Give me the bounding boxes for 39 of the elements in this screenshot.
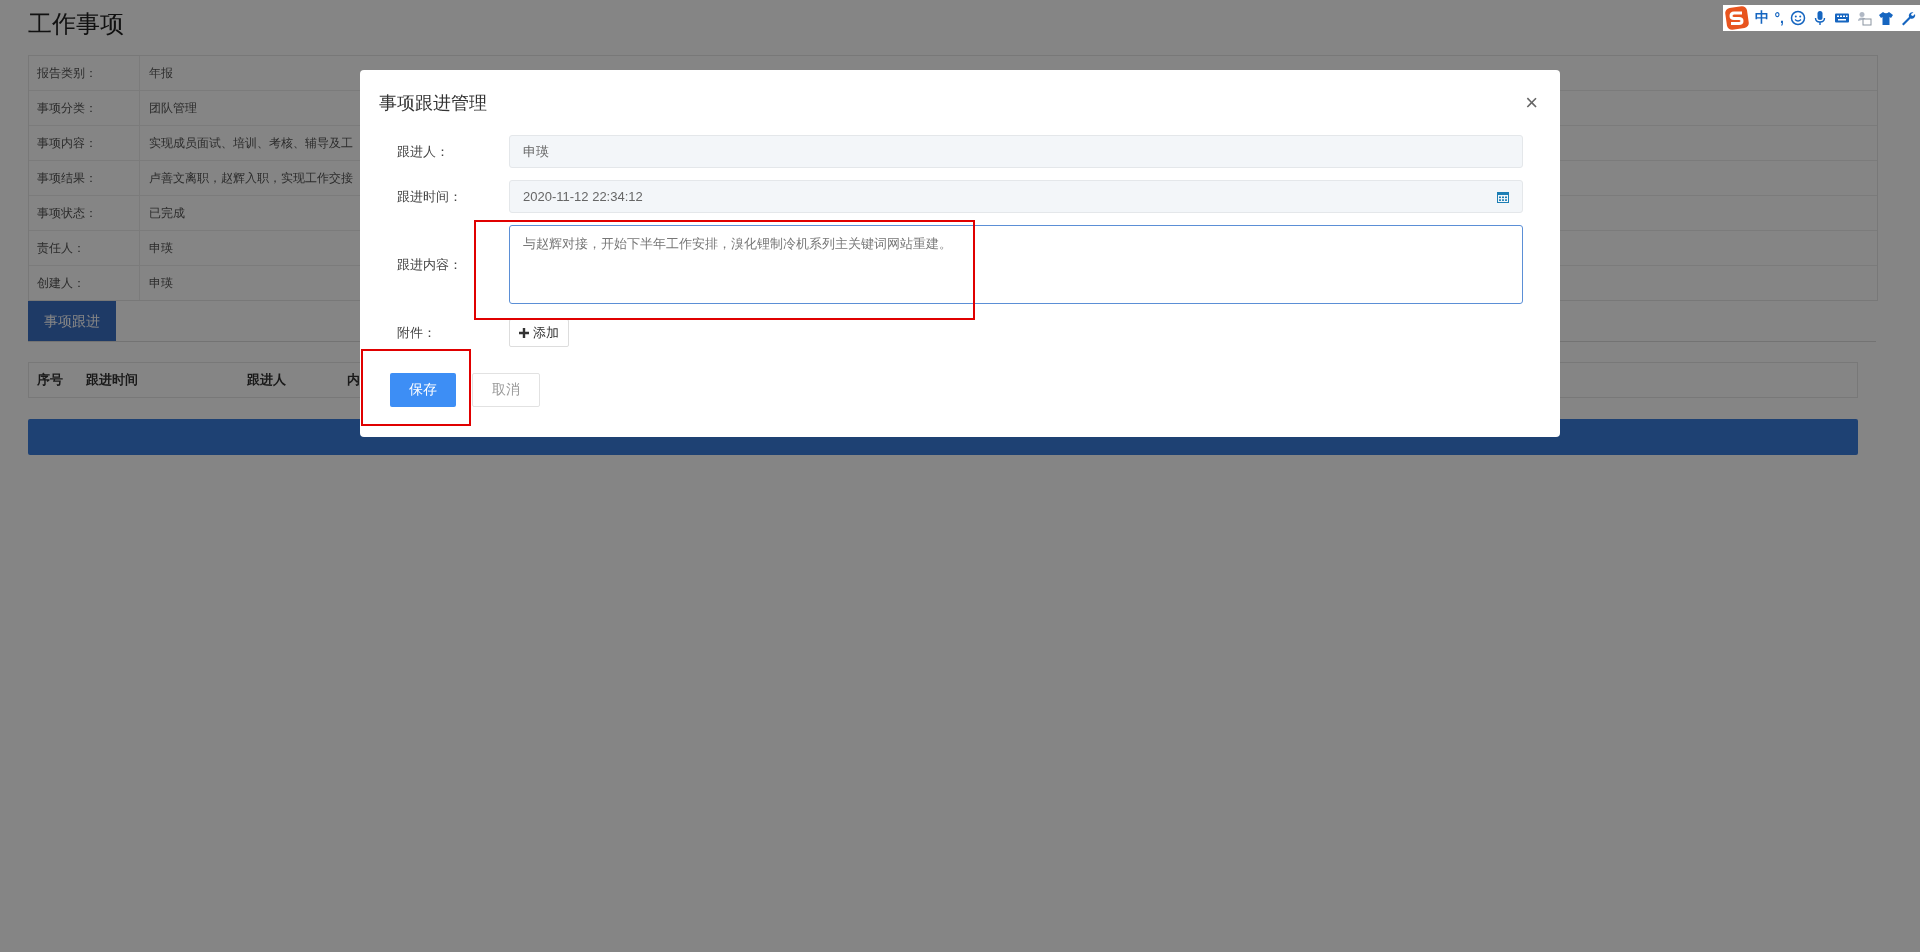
column-header: 跟进时间: [85, 371, 139, 389]
detail-label: 事项状态：: [29, 196, 140, 230]
field-label: 跟进时间：: [397, 187, 463, 206]
detail-value: 实现成员面试、培训、考核、辅导及工: [148, 134, 353, 152]
column-header: 跟进人: [246, 371, 287, 389]
save-button[interactable]: 保存: [390, 373, 456, 407]
shirt-icon[interactable]: [1878, 10, 1894, 26]
input-mode-toggle[interactable]: 中: [1754, 9, 1769, 27]
detail-value: 申瑛: [148, 274, 173, 292]
punctuation-toggle[interactable]: °,: [1774, 10, 1784, 26]
detail-label: 报告类别：: [29, 56, 140, 90]
detail-value: 已完成: [148, 204, 185, 222]
detail-label: 事项结果：: [29, 161, 140, 195]
detail-value: 卢善文离职，赵辉入职，实现工作交接: [148, 169, 353, 187]
field-label: 附件：: [397, 324, 437, 342]
detail-value: 团队管理: [148, 99, 197, 117]
text-area[interactable]: 与赵辉对接，开始下半年工作安排，溴化锂制冷机系列主关键词网站重建。: [509, 225, 1523, 304]
tab[interactable]: 事项跟进: [28, 301, 116, 341]
field-label: 跟进内容：: [397, 255, 463, 274]
field-value: 2020-11-12 22:34:12: [523, 189, 643, 204]
plus-icon: [519, 328, 529, 338]
dialog-title: 事项跟进管理: [379, 92, 487, 115]
column-header: 序号: [36, 371, 64, 389]
detail-label: 责任人：: [29, 231, 140, 265]
column-header: 内: [346, 371, 360, 389]
wrench-icon[interactable]: [1900, 10, 1916, 26]
detail-value: 年报: [148, 64, 173, 82]
field-label: 跟进人：: [397, 142, 450, 161]
microphone-icon[interactable]: [1812, 10, 1828, 26]
page-title: 工作事项: [28, 9, 124, 39]
detail-label: 事项分类：: [29, 91, 140, 125]
detail-label: 创建人：: [29, 266, 140, 300]
close-button[interactable]: ×: [1525, 92, 1538, 114]
detail-label: 事项内容：: [29, 126, 140, 160]
logo-icon[interactable]: [1724, 6, 1749, 30]
add-button[interactable]: 添加: [509, 319, 569, 347]
smiley-icon[interactable]: [1790, 10, 1806, 26]
detail-value: 申瑛: [148, 239, 173, 257]
cancel-button[interactable]: 取消: [472, 373, 540, 407]
